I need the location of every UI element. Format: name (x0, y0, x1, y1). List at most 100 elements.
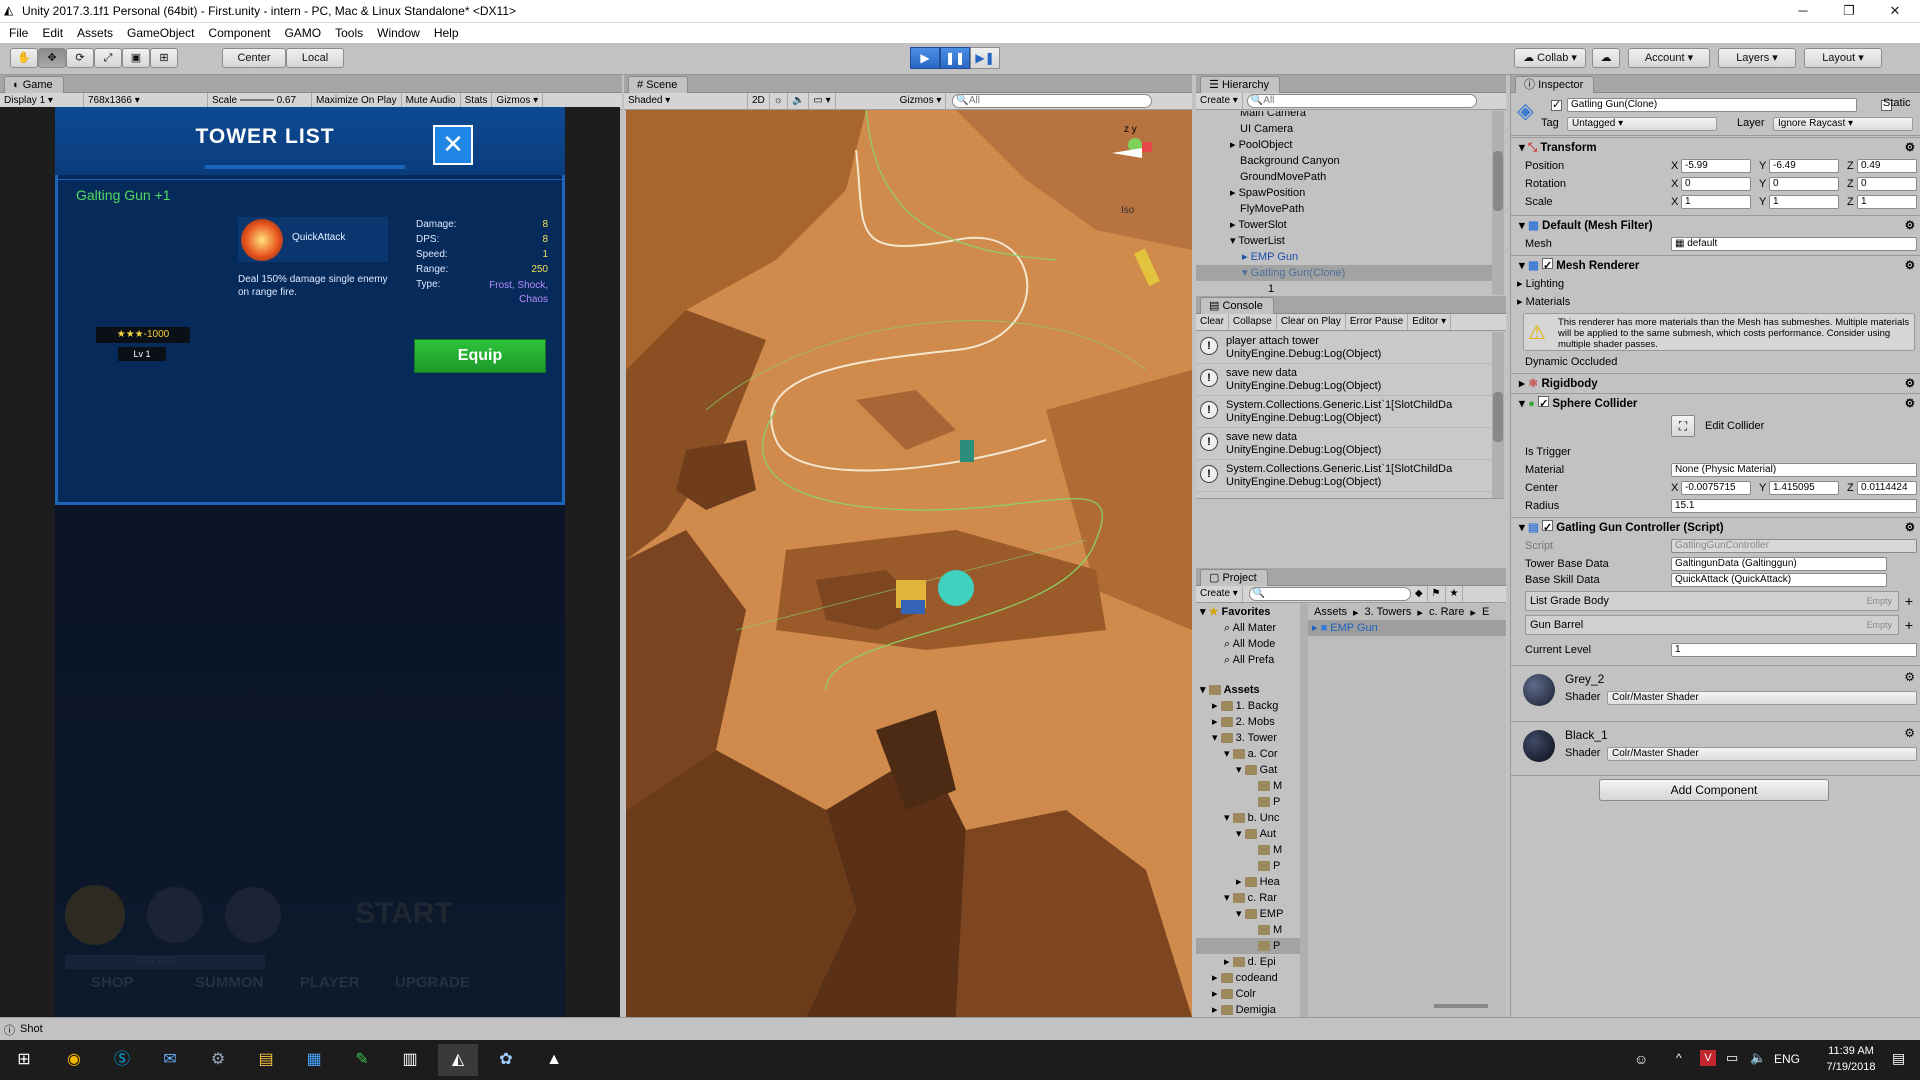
hand-tool-icon[interactable]: ✋ (10, 48, 38, 68)
clock-date[interactable]: 7/19/2018 (1816, 1061, 1886, 1073)
menu-edit[interactable]: Edit (35, 23, 70, 43)
hierarchy-item[interactable]: ▾ TowerList (1196, 233, 1492, 249)
hierarchy-item[interactable]: 1 (1196, 281, 1492, 295)
filter-label-icon[interactable]: ⚑ (1428, 586, 1446, 602)
effects-toggle-icon[interactable]: ▭ ▾ (809, 93, 836, 109)
list-grade-body[interactable]: List Grade Body Empty (1525, 591, 1899, 611)
scene-orientation-gizmo[interactable]: z y (1104, 124, 1164, 180)
menu-window[interactable]: Window (370, 23, 427, 43)
material-settings-icon[interactable]: ⚙ (1904, 726, 1915, 740)
hierarchy-item[interactable]: ▸ SpawPosition (1196, 185, 1492, 201)
maximize-button[interactable]: ❐ (1826, 0, 1872, 23)
clock-time[interactable]: 11:39 AM (1816, 1045, 1886, 1057)
sphere-collider-header[interactable]: ▾ ● Sphere Collider⚙ (1511, 393, 1920, 414)
collab-button[interactable]: ☁ Collab ▾ (1514, 48, 1586, 68)
menu-gameobject[interactable]: GameObject (120, 23, 201, 43)
menu-assets[interactable]: Assets (70, 23, 120, 43)
icon-size-slider[interactable] (1434, 1004, 1488, 1008)
antivirus-icon[interactable]: V (1700, 1050, 1716, 1066)
hierarchy-item[interactable]: GroundMovePath (1196, 169, 1492, 185)
base-skill-field[interactable]: QuickAttack (QuickAttack) (1671, 573, 1887, 587)
menu-tools[interactable]: Tools (328, 23, 370, 43)
hierarchy-create-dropdown[interactable]: Create ▾ (1196, 93, 1243, 109)
photos-icon[interactable]: ▲ (534, 1044, 574, 1076)
scale-y-input[interactable]: 1 (1769, 195, 1839, 209)
folder-item[interactable]: ▸ 2. Mobs (1196, 714, 1300, 730)
chrome-icon[interactable]: ◉ (54, 1044, 94, 1076)
gun-barrel-add-icon[interactable]: + (1901, 615, 1917, 635)
layout-dropdown[interactable]: Layout ▾ (1804, 48, 1882, 68)
tag-dropdown[interactable]: Untagged ▾ (1567, 117, 1717, 131)
mesh-renderer-header[interactable]: ▾ ▦ Mesh Renderer⚙ (1511, 255, 1920, 276)
project-create-dropdown[interactable]: Create ▾ (1196, 586, 1243, 602)
scale-z-input[interactable]: 1 (1857, 195, 1917, 209)
skype-icon[interactable]: Ⓢ (102, 1044, 142, 1076)
hierarchy-item[interactable]: Background Canyon (1196, 153, 1492, 169)
shader-dropdown[interactable]: Colr/Master Shader (1607, 747, 1917, 761)
gun-barrel-list[interactable]: Gun Barrel Empty (1525, 615, 1899, 635)
folder-item[interactable]: ▾ a. Cor (1196, 746, 1300, 762)
document-icon[interactable]: ▥ (390, 1044, 430, 1076)
favorite-item[interactable]: ⌕ All Mode (1196, 636, 1300, 652)
menu-help[interactable]: Help (427, 23, 466, 43)
center-y-input[interactable]: 1.415095 (1769, 481, 1839, 495)
sphere-collider-checkbox[interactable] (1538, 394, 1550, 414)
mesh-filter-header[interactable]: ▾ ▦ Default (Mesh Filter) ⚙ (1511, 215, 1920, 235)
transform-tool-icon[interactable]: ⊞ (150, 48, 178, 68)
rotate-tool-icon[interactable]: ⟳ (66, 48, 94, 68)
folder-item[interactable]: P (1196, 794, 1300, 810)
breadcrumb-item[interactable]: E (1482, 606, 1489, 618)
windows-start-icon[interactable]: ⊞ (4, 1044, 44, 1076)
scale-x-input[interactable]: 1 (1681, 195, 1751, 209)
pivot-center-button[interactable]: Center (222, 48, 286, 68)
minimize-button[interactable]: ─ (1780, 0, 1826, 23)
component-settings-icon[interactable]: ⚙ (1905, 138, 1915, 158)
rotation-x-input[interactable]: 0 (1681, 177, 1751, 191)
center-z-input[interactable]: 0.0114424 (1857, 481, 1917, 495)
breadcrumb-item[interactable]: c. Rare (1429, 606, 1464, 618)
material-settings-icon[interactable]: ⚙ (1904, 670, 1915, 684)
tower-base-field[interactable]: GaltingunData (Galtinggun) (1671, 557, 1887, 571)
log-entry[interactable]: ! save new data UnityEngine.Debug:Log(Obje… (1196, 364, 1492, 396)
tab-inspector[interactable]: ⓘ Inspector (1515, 76, 1595, 93)
play-button[interactable]: ▶ (910, 47, 940, 69)
filter-type-icon[interactable]: ◆ (1411, 586, 1428, 602)
position-y-input[interactable]: -6.49 (1769, 159, 1839, 173)
folder-item[interactable]: ▸ d. Epi (1196, 954, 1300, 970)
move-tool-icon[interactable]: ✥ (38, 48, 66, 68)
add-component-button[interactable]: Add Component (1599, 779, 1829, 801)
store-icon[interactable]: ▦ (294, 1044, 334, 1076)
people-icon[interactable]: ☺ (1634, 1051, 1648, 1067)
scene-gizmos-dropdown[interactable]: Gizmos ▾ (896, 93, 947, 109)
favorite-item[interactable]: ⌕ All Mater (1196, 620, 1300, 636)
folder-item[interactable]: ▸ 1. Backg (1196, 698, 1300, 714)
console-editor-dropdown[interactable]: Editor ▾ (1408, 314, 1452, 330)
log-entry[interactable]: ! System.Collections.Generic.List`1[SlotC… (1196, 396, 1492, 428)
folder-item[interactable]: ▸ codeand (1196, 970, 1300, 986)
folder-item[interactable]: ▾ Aut (1196, 826, 1300, 842)
scene-view[interactable]: z y Iso (626, 110, 1192, 1017)
menu-component[interactable]: Component (201, 23, 277, 43)
edit-collider-button[interactable]: ⛶ (1671, 415, 1695, 437)
action-center-icon[interactable]: ▤ (1892, 1050, 1905, 1067)
active-checkbox[interactable] (1551, 98, 1562, 111)
favorites-header[interactable]: ▾ ★ Favorites (1196, 604, 1300, 620)
audio-toggle-icon[interactable]: 🔈 (788, 93, 810, 109)
game-view[interactable]: SHOP SUMMON PLAYER UPGRADE START 100/100… (55, 107, 565, 1017)
language-indicator[interactable]: ENG (1774, 1052, 1800, 1066)
component-settings-icon[interactable]: ⚙ (1905, 374, 1915, 394)
materials-foldout[interactable]: ▸ Materials (1517, 293, 1570, 311)
menu-gamo[interactable]: GAMO (277, 23, 328, 43)
current-level-input[interactable]: 1 (1671, 643, 1917, 657)
folder-item[interactable]: ▾ 3. Tower (1196, 730, 1300, 746)
breadcrumb-item[interactable]: 3. Towers (1365, 606, 1412, 618)
folder-item[interactable]: ▸ Demigia (1196, 1002, 1300, 1017)
steam-icon[interactable]: ⚙ (198, 1044, 238, 1076)
assets-header[interactable]: ▾ Assets (1196, 682, 1300, 698)
tab-scene[interactable]: # Scene (628, 76, 689, 93)
project-search-input[interactable]: 🔍 (1248, 587, 1411, 601)
tab-project[interactable]: ▢ Project (1200, 569, 1268, 586)
list-grade-add-icon[interactable]: + (1901, 591, 1917, 611)
log-entry[interactable]: ! System.Collections.Generic.List`1[SlotC… (1196, 460, 1492, 492)
folder-item[interactable]: ▸ Colr (1196, 986, 1300, 1002)
